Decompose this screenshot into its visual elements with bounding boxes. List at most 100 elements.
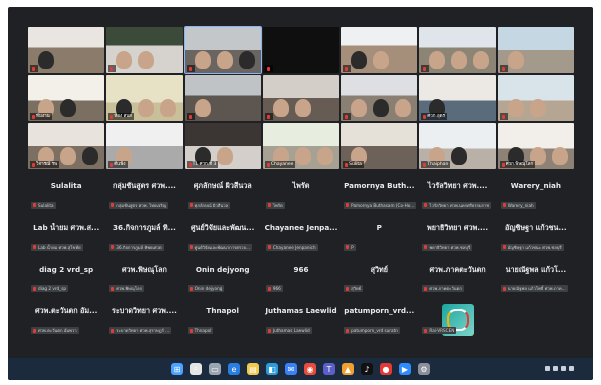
video-tile-label (186, 65, 195, 72)
video-tile[interactable] (262, 27, 340, 73)
video-tile[interactable]: Sulita (341, 123, 418, 169)
video-grid: ทีมงาน ห้อง สบส ศวก.อุดรวิจารณ์ รพ ดีแฟ้ง T1… (28, 26, 574, 169)
participant-tile[interactable]: diag 2 vrd_sp diag 2 vrd_sp (28, 256, 105, 297)
photos-icon[interactable]: ▲ (342, 363, 354, 375)
participant-tile[interactable]: 36.กิจการภูมล์ ทิ... 36.กิจการภูมล์ ทิพยเ… (106, 214, 183, 255)
participant-label-text: ศูนย์วิจัยและพัฒนาการตรวจ... (194, 244, 250, 250)
video-tile-label (264, 113, 273, 120)
video-tile[interactable] (106, 27, 183, 73)
participant-tile[interactable]: ศวพ.พิษณุโลก ศวพ.พิษณุโลก (106, 256, 183, 297)
taskview-icon[interactable]: ▭ (209, 363, 221, 375)
video-tile-name: ศวก.อุดร (427, 114, 446, 119)
video-tile[interactable] (183, 26, 262, 74)
participant-tile[interactable]: PP (341, 214, 418, 255)
mic-muted-icon (424, 203, 428, 208)
participant-name: ไพรัต (292, 181, 310, 190)
participant-label: Chayanee Jenpanich (265, 243, 318, 251)
participant-label-text: สุวิทย์ (351, 286, 362, 292)
video-tile[interactable]: ศวก.อุดร (419, 75, 496, 121)
video-tile[interactable] (262, 75, 340, 121)
participant-tile[interactable]: ไพรัต ไพรัต (262, 173, 340, 213)
video-tile[interactable] (184, 75, 261, 121)
participant-label-text: diag 2 vrd_sp (38, 286, 67, 292)
video-tile[interactable] (419, 27, 496, 73)
mic-muted-icon (267, 286, 271, 291)
video-tile[interactable]: Chayanee (262, 123, 340, 169)
participant-tile[interactable]: อัญชิษฐา แก้วชน... อัญชิษฐา แก้วชนะ ศวพ.ช… (497, 214, 574, 255)
mic-muted-icon (346, 203, 350, 208)
participant-tile[interactable]: ไวรัลวิทยา ศวพ.... ไวรัลวิทยา ศวพ.นครศรีธ… (419, 173, 496, 213)
participant-figure (216, 51, 233, 69)
explorer-icon[interactable]: ▤ (247, 363, 259, 375)
mic-muted-icon (32, 66, 35, 71)
participant-figure (238, 51, 255, 69)
participant-tile[interactable]: พยาธิวิทยา ศวพ.... พยาธิวิทยา ศวพ.ชลบุรี (419, 214, 496, 255)
participant-tile[interactable]: Pamornya Buth... Pamornya Buthasam (Co-Ho… (341, 173, 418, 213)
participant-tile[interactable]: นายณัฐพล แก้วโ... นายณัฐพล แก้วโพธิ์ ศวพ.… (497, 256, 574, 297)
participant-figure (507, 99, 524, 117)
teams-icon[interactable]: T (323, 363, 335, 375)
video-tile[interactable]: วิจารณ์ รพ (28, 123, 105, 169)
participant-figure (194, 99, 211, 117)
video-tile[interactable]: Thaiphan (419, 123, 496, 169)
windows-icon[interactable]: ⊞ (171, 363, 183, 375)
settings-icon[interactable]: ⚙ (418, 363, 430, 375)
participant-tile[interactable]: ศวพ.ตะวันตก อัม... ศวพ.ตะวันตก อัมพวา (28, 298, 105, 338)
mail-icon[interactable]: ✉ (285, 363, 297, 375)
video-tile[interactable]: ศวก.พิษณุโลก (497, 123, 574, 169)
participant-label: Thnapol (187, 327, 214, 334)
video-tile-name: ทีมงาน (36, 114, 50, 119)
participant-figure (194, 51, 211, 69)
participant-name: Pamornya Buth... (344, 181, 415, 190)
store-icon[interactable]: ◧ (266, 363, 278, 375)
media-icon[interactable]: ● (380, 363, 392, 375)
mic-muted-icon (345, 114, 349, 119)
participant-figure (60, 99, 76, 117)
mic-muted-icon (423, 114, 427, 119)
participant-tile[interactable]: ระบาดวิทยา ศวพ.... ระบาดวิทยา ศวพ.สุราษฎร… (106, 298, 183, 338)
edge-icon[interactable]: e (228, 363, 240, 375)
video-tile[interactable]: ดีแฟ้ง (106, 123, 183, 169)
video-tile-label (343, 65, 352, 72)
video-tile[interactable]: ทีมงาน (28, 75, 105, 121)
chrome-icon[interactable]: ◉ (304, 363, 316, 375)
video-tile[interactable] (341, 75, 418, 121)
participant-tile[interactable]: ศูนย์วิจัยและพัฒน... ศูนย์วิจัยและพัฒนากา… (184, 214, 261, 255)
participant-label: ศูนย์วิจัยและพัฒนาการตรวจ... (187, 243, 252, 251)
participant-name: สุวิทย์ (370, 264, 388, 274)
tiktok-icon[interactable]: ♪ (361, 363, 373, 375)
search-icon[interactable]: ⌕ (190, 363, 202, 375)
mic-muted-icon (110, 66, 114, 71)
participant-name: Onin dejyong (195, 264, 250, 274)
participant-label: 36.กิจการภูมล์ ทิพยเศวต (109, 243, 164, 251)
video-tile[interactable] (28, 27, 105, 73)
participant-tile[interactable]: Thnapol Thnapol (184, 298, 261, 338)
participant-tile[interactable]: 966 966 (262, 256, 340, 297)
participant-tile[interactable]: Lab น้ำยม ศวพ.ส... Lab น้ำยม ศวพ.สุโขทัย (28, 214, 105, 255)
video-tile[interactable]: ห้อง สบส (106, 75, 183, 121)
video-tile[interactable] (497, 75, 574, 121)
video-tile-label (499, 65, 508, 72)
participant-figure (529, 99, 546, 117)
participant-figure (138, 51, 155, 69)
participant-tile[interactable]: Sulalita Sulalita (28, 173, 105, 213)
system-tray[interactable] (545, 363, 585, 373)
participant-figure (316, 147, 333, 165)
video-tile[interactable]: T1 ศวก.ที่ 3 (184, 123, 261, 169)
participant-tile[interactable]: สุวิทย์ สุวิทย์ (341, 256, 418, 297)
participant-name: ศวพ.ตะวันตก อัม... (34, 306, 98, 316)
participant-name: ศูนย์วิจัยและพัฒน... (191, 222, 255, 232)
zoom-icon[interactable]: ▶ (399, 363, 411, 375)
participant-label-text: ศุภลักษณ์ ผิวสีนวล (194, 202, 229, 208)
video-tile[interactable] (497, 27, 574, 73)
participant-tile[interactable]: Juthamas Laewlid Juthamas Laewlid (262, 298, 340, 338)
participant-tile[interactable]: Onin dejyong Onin dejyong (184, 256, 261, 297)
participant-tile[interactable]: patumporn_vrd... patumporn_vrd suratn (341, 298, 418, 338)
participant-tile[interactable]: Rai-VRSCEN (419, 298, 496, 338)
participant-tile[interactable]: กลุ่มชันสูตร ศวพ.... กลุ่มชันสูตร ศวพ. ไท… (106, 173, 183, 213)
participant-tile[interactable]: ศุภลักษณ์ ผิวสีนวล ศุภลักษณ์ ผิวสีนวล (184, 173, 261, 213)
participant-tile[interactable]: ศวพ.ภาคตะวันตก ศวพ.ภาคตะวันตก (419, 256, 496, 297)
participant-tile[interactable]: Warery_niah Warery_niah (497, 173, 574, 213)
participant-tile[interactable]: Chayanee Jenpa... Chayanee Jenpanich (262, 214, 340, 255)
video-tile[interactable] (341, 27, 418, 73)
